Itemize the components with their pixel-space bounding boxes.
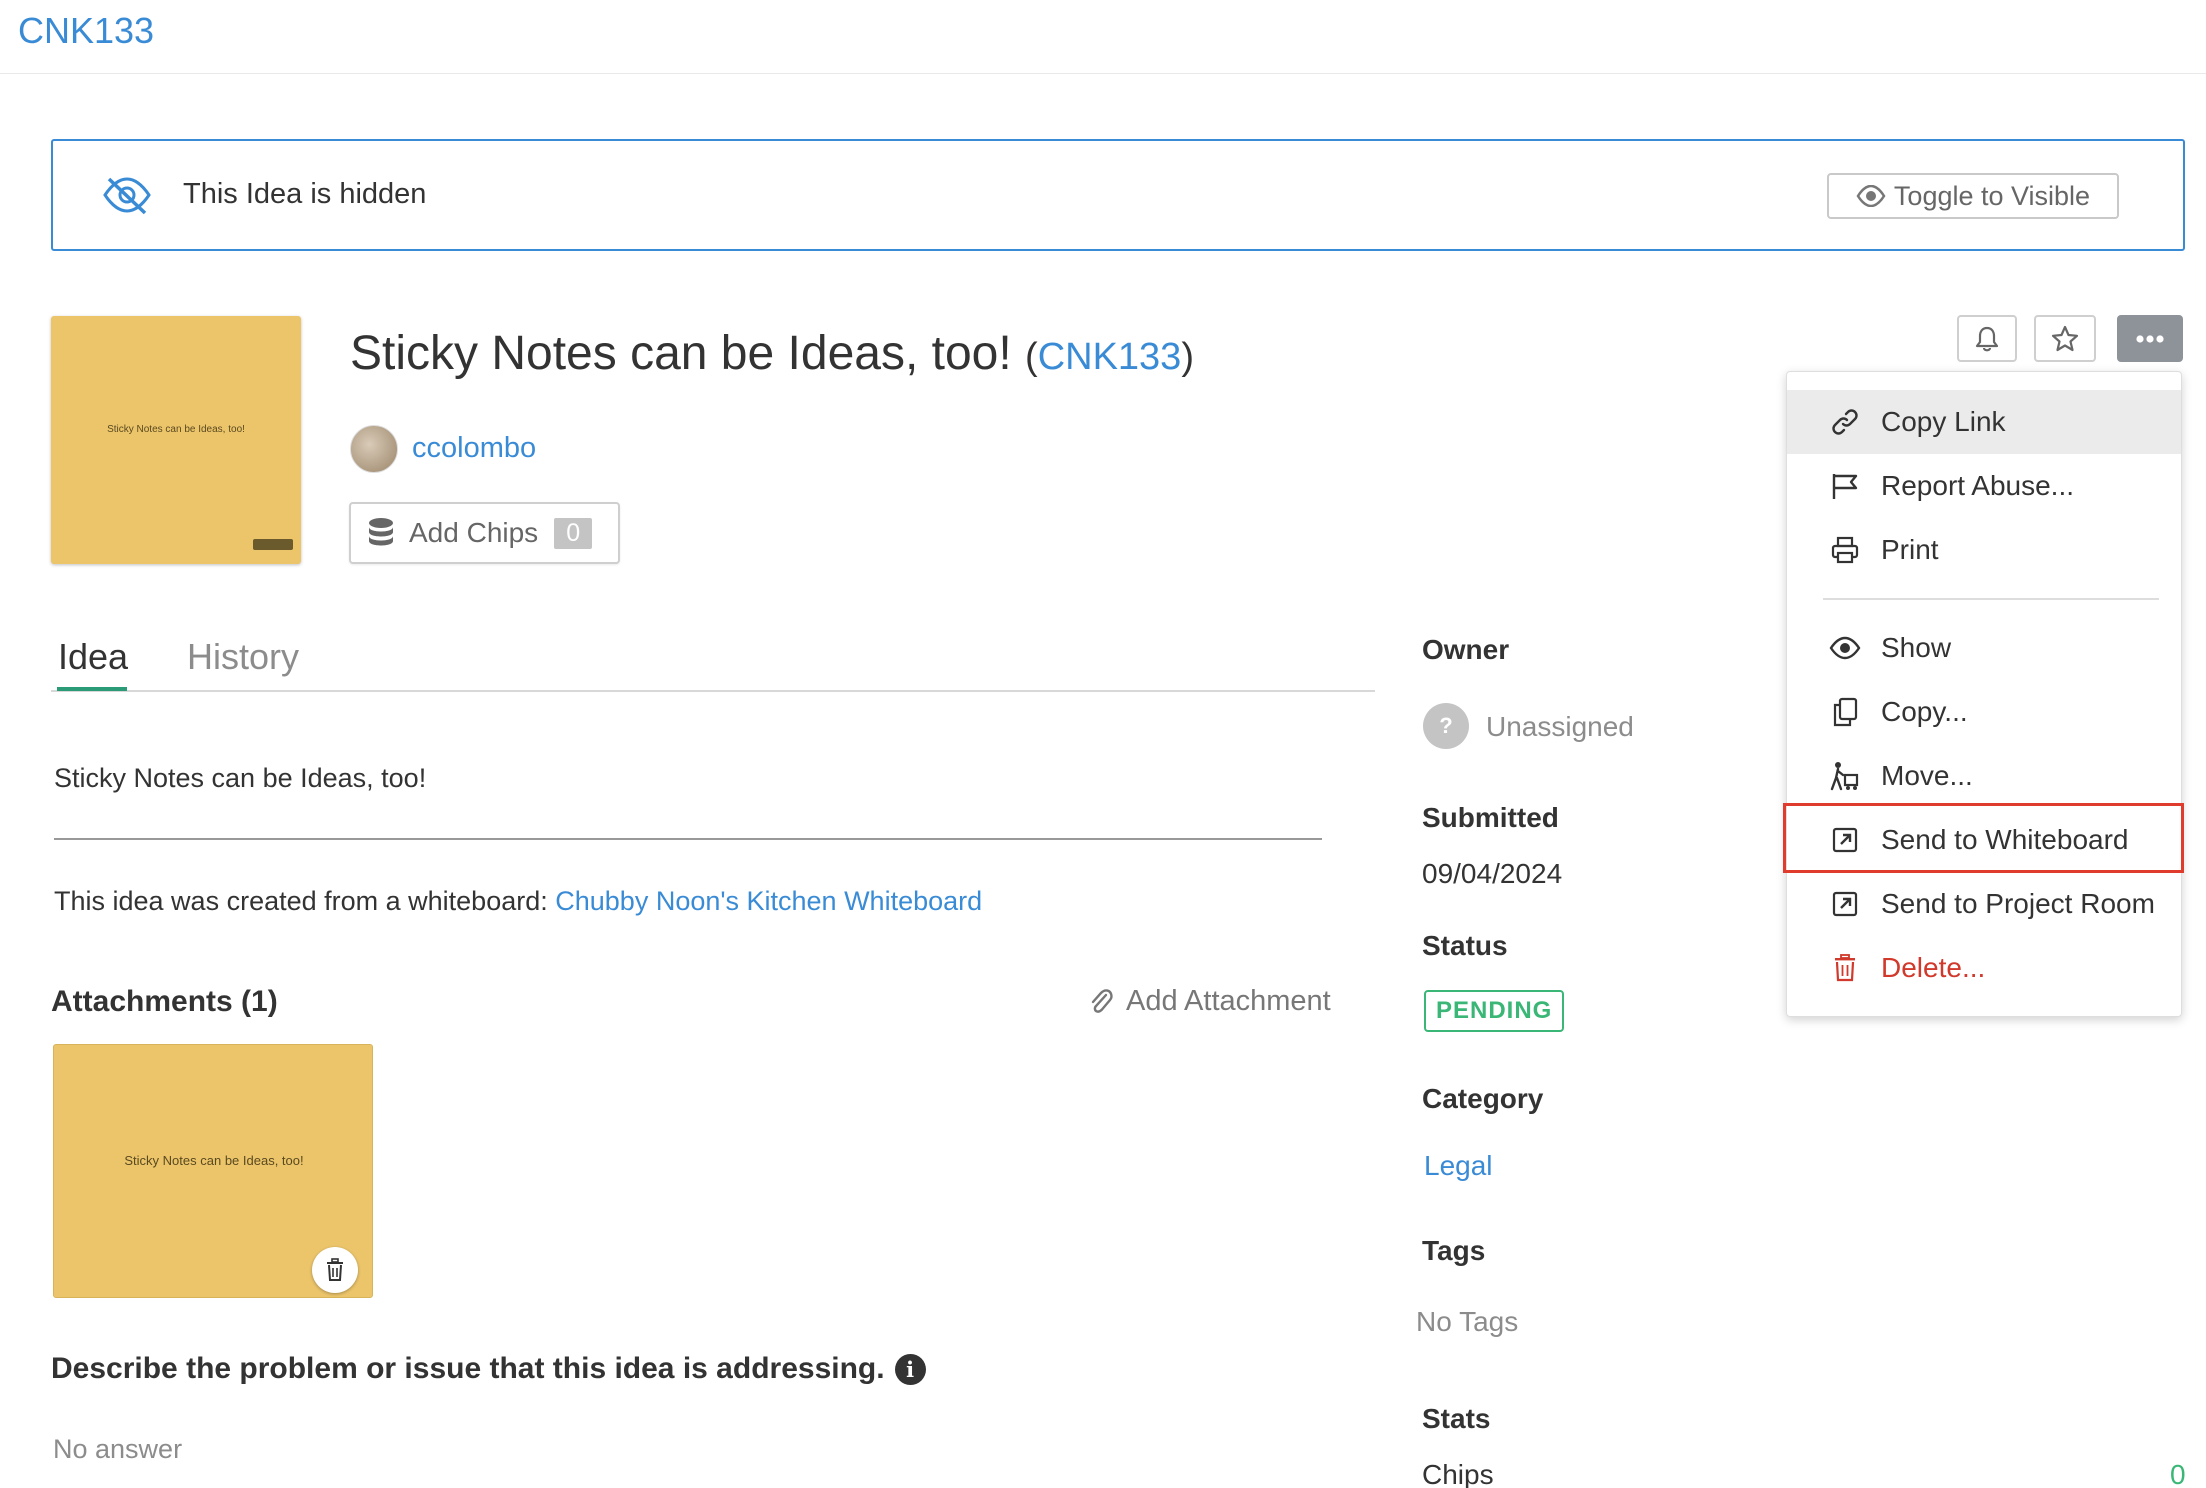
chips-count-badge: 0 xyxy=(554,517,593,549)
tab-history[interactable]: History xyxy=(187,636,299,678)
category-link[interactable]: Legal xyxy=(1424,1150,1493,1182)
flag-icon xyxy=(1829,470,1861,502)
top-bar: CNK133 xyxy=(0,0,2206,74)
trash-icon xyxy=(327,1258,343,1281)
ellipsis-icon xyxy=(2136,334,2164,343)
external-link-icon xyxy=(1829,888,1861,920)
stats-label: Stats xyxy=(1422,1403,1491,1434)
more-actions-button[interactable] xyxy=(2117,315,2183,362)
bell-icon xyxy=(1975,326,1999,351)
menu-item-label: Report Abuse... xyxy=(1881,470,2075,501)
favorite-button[interactable] xyxy=(2034,315,2096,362)
eye-icon xyxy=(1856,185,1886,207)
menu-item-move[interactable]: Move... xyxy=(1787,744,2181,808)
question-heading: Describe the problem or issue that this … xyxy=(51,1352,926,1386)
tab-idea[interactable]: Idea xyxy=(58,636,128,678)
created-from-text: This idea was created from a whiteboard:… xyxy=(54,886,982,917)
idea-description: Sticky Notes can be Ideas, too! xyxy=(54,763,427,793)
menu-item-label: Print xyxy=(1881,534,1939,565)
menu-item-label: Send to Project Room xyxy=(1881,888,2155,919)
question-answer: No answer xyxy=(53,1434,183,1464)
add-attachment-button[interactable]: Add Attachment xyxy=(1088,985,1331,1018)
paren-open: ( xyxy=(1025,336,1038,378)
menu-item-delete[interactable]: Delete... xyxy=(1787,936,2181,1000)
menu-item-label: Copy... xyxy=(1881,696,1968,727)
move-icon xyxy=(1829,760,1861,792)
attachment-text: Sticky Notes can be Ideas, too! xyxy=(124,1153,304,1168)
link-icon xyxy=(1829,406,1861,438)
breadcrumb-idea-id[interactable]: CNK133 xyxy=(18,10,154,52)
info-icon[interactable]: i xyxy=(894,1353,926,1385)
star-icon xyxy=(2051,325,2079,351)
stats-chips-value: 0 xyxy=(2170,1459,2186,1488)
created-from-prefix: This idea was created from a whiteboard: xyxy=(54,886,556,916)
author-link[interactable]: ccolombo xyxy=(412,432,536,465)
copy-icon xyxy=(1829,696,1861,728)
toggle-visible-label: Toggle to Visible xyxy=(1893,180,2091,211)
attachment-thumbnail[interactable]: Sticky Notes can be Ideas, too! xyxy=(53,1044,373,1298)
menu-item-label: Delete... xyxy=(1881,952,1986,983)
idea-title-line: Sticky Notes can be Ideas, too! (CNK133) xyxy=(350,326,1194,381)
menu-divider xyxy=(1823,598,2159,600)
avatar[interactable] xyxy=(350,425,398,473)
tab-active-indicator xyxy=(57,687,127,691)
delete-attachment-button[interactable] xyxy=(312,1247,358,1293)
menu-item-show[interactable]: Show xyxy=(1787,616,2181,680)
tab-divider xyxy=(51,690,1375,692)
add-chips-button[interactable]: Add Chips 0 xyxy=(349,502,620,564)
subscribe-button[interactable] xyxy=(1957,315,2017,362)
highlight-annotation xyxy=(1783,803,2184,873)
status-label: Status xyxy=(1422,930,1508,961)
whiteboard-link[interactable]: Chubby Noon's Kitchen Whiteboard xyxy=(555,886,982,916)
add-chips-label: Add Chips xyxy=(409,517,539,548)
menu-item-label: Show xyxy=(1881,632,1952,663)
unassigned-avatar-icon: ? xyxy=(1423,703,1469,749)
menu-item-print[interactable]: Print xyxy=(1787,518,2181,582)
paren-close: ) xyxy=(1181,336,1194,378)
menu-item-report-abuse[interactable]: Report Abuse... xyxy=(1787,454,2181,518)
description-divider xyxy=(54,838,1322,840)
menu-item-send-to-project-room[interactable]: Send to Project Room xyxy=(1787,872,2181,936)
toggle-visible-button[interactable]: Toggle to Visible xyxy=(1827,173,2119,219)
idea-thumbnail[interactable]: Sticky Notes can be Ideas, too! xyxy=(51,316,301,564)
question-text: Describe the problem or issue that this … xyxy=(51,1352,885,1385)
printer-icon xyxy=(1829,534,1861,566)
hidden-message: This Idea is hidden xyxy=(183,178,427,210)
paperclip-icon xyxy=(1091,988,1113,1013)
tags-value: No Tags xyxy=(1416,1306,1519,1337)
trash-icon xyxy=(1829,952,1861,984)
database-icon xyxy=(369,518,393,546)
menu-item-label: Copy Link xyxy=(1881,406,2006,437)
tags-label: Tags xyxy=(1422,1235,1486,1266)
idea-id-link[interactable]: CNK133 xyxy=(1038,336,1182,378)
eye-slash-icon xyxy=(103,177,151,215)
status-badge[interactable]: PENDING xyxy=(1424,990,1565,1032)
eye-icon xyxy=(1829,632,1861,664)
category-label: Category xyxy=(1422,1083,1544,1114)
menu-item-copy[interactable]: Copy... xyxy=(1787,680,2181,744)
hidden-idea-banner: This Idea is hidden Toggle to Visible xyxy=(51,139,2185,251)
menu-item-copy-link[interactable]: Copy Link xyxy=(1787,390,2181,454)
more-actions-menu: Copy Link Report Abuse... Print Show Cop… xyxy=(1786,371,2182,1017)
thumbnail-text: Sticky Notes can be Ideas, too! xyxy=(107,424,245,435)
owner-value[interactable]: Unassigned xyxy=(1486,711,1634,743)
menu-item-label: Move... xyxy=(1881,760,1973,791)
owner-label: Owner xyxy=(1422,634,1510,665)
thumbnail-badge xyxy=(253,539,293,550)
add-attachment-label: Add Attachment xyxy=(1126,985,1331,1017)
stats-chips-label: Chips xyxy=(1422,1459,1494,1488)
submitted-value: 09/04/2024 xyxy=(1422,858,1563,889)
submitted-label: Submitted xyxy=(1422,802,1559,833)
attachments-heading: Attachments (1) xyxy=(51,985,278,1018)
idea-title: Sticky Notes can be Ideas, too! xyxy=(350,327,1012,380)
